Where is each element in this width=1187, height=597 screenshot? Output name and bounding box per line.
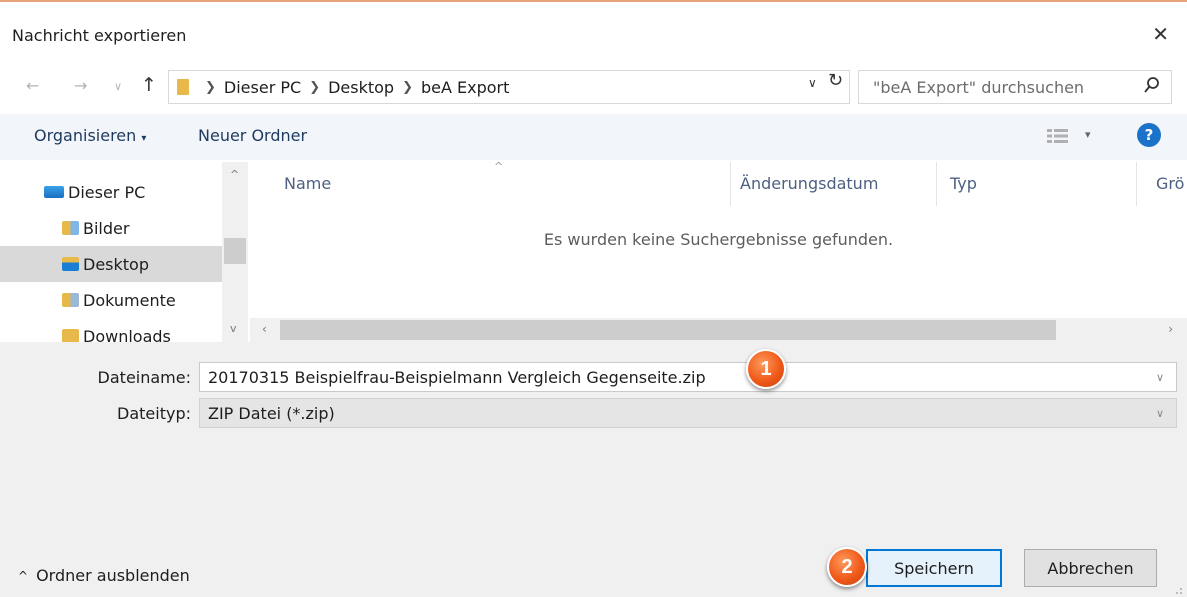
desktop-folder-icon	[62, 257, 79, 271]
breadcrumb-item[interactable]: beA Export	[421, 78, 509, 97]
annotation-badge-2: 2	[827, 547, 867, 587]
column-header-size[interactable]: Grö	[1156, 174, 1184, 193]
column-header-type[interactable]: Typ	[950, 174, 977, 193]
sidebar-item-bilder[interactable]: Bilder	[0, 210, 222, 246]
organize-label: Organisieren	[34, 126, 137, 145]
breadcrumb-separator-icon: ❯	[205, 80, 216, 95]
chevron-down-icon[interactable]: ∨	[1156, 371, 1164, 384]
sidebar-item-downloads[interactable]: Downloads	[0, 318, 222, 342]
back-arrow-icon[interactable]: ←	[26, 76, 39, 95]
up-arrow-icon[interactable]: ↑	[141, 74, 157, 96]
filename-label: Dateiname:	[97, 368, 191, 387]
save-form-area: Dateiname: 20170315 Beispielfrau-Beispie…	[0, 342, 1187, 597]
resize-grip-icon[interactable]	[1171, 583, 1183, 595]
pictures-folder-icon	[62, 221, 79, 235]
navigation-bar: ← → ∨ ↑ ❯ Dieser PC ❯ Desktop ❯ beA Expo…	[0, 66, 1187, 110]
breadcrumb-item[interactable]: Desktop	[328, 78, 394, 97]
scroll-down-icon[interactable]: v	[230, 322, 237, 335]
close-icon[interactable]: ✕	[1152, 22, 1169, 46]
filename-input[interactable]: 20170315 Beispielfrau-Beispielmann Vergl…	[199, 362, 1177, 392]
breadcrumb: ❯ Dieser PC ❯ Desktop ❯ beA Export	[205, 78, 509, 97]
sidebar-item-label: Dokumente	[83, 290, 176, 310]
column-divider[interactable]	[1136, 162, 1137, 206]
save-button[interactable]: Speichern	[866, 549, 1002, 587]
cancel-button[interactable]: Abbrechen	[1024, 549, 1157, 587]
recent-locations-chevron-icon[interactable]: ∨	[114, 80, 122, 93]
scroll-right-icon[interactable]: ›	[1168, 322, 1173, 336]
chevron-down-icon: ▾	[141, 133, 147, 144]
chevron-down-icon[interactable]: ∨	[1156, 407, 1164, 420]
title-bar: Nachricht exportieren ✕	[0, 2, 1187, 58]
organize-button[interactable]: Organisieren ▾	[34, 126, 146, 145]
column-header-name[interactable]: Name	[284, 174, 331, 193]
filetype-value: ZIP Datei (*.zip)	[208, 403, 335, 423]
hide-folders-toggle[interactable]: ^ Ordner ausblenden	[18, 566, 190, 585]
sidebar-item-dieser-pc[interactable]: Dieser PC	[0, 174, 222, 210]
hide-folders-label: Ordner ausblenden	[36, 566, 190, 585]
sidebar-item-label: Desktop	[83, 254, 149, 274]
navigation-pane: Dieser PC Bilder Desktop Dokumente Downl…	[0, 162, 248, 342]
address-dropdown-icon[interactable]: ∨	[808, 76, 817, 90]
export-dialog: Nachricht exportieren ✕ ← → ∨ ↑ ❯ Dieser…	[0, 0, 1187, 597]
folder-icon	[177, 79, 189, 95]
sidebar-item-desktop[interactable]: Desktop	[0, 246, 222, 282]
breadcrumb-separator-icon: ❯	[309, 80, 321, 95]
sidebar-item-label: Bilder	[83, 218, 130, 238]
filelist-horizontal-scrollbar[interactable]: ‹ ›	[250, 318, 1187, 342]
command-toolbar: Organisieren ▾ Neuer Ordner ▾ ?	[0, 114, 1187, 160]
file-list: ^ Name Änderungsdatum Typ Grö Es wurden …	[250, 162, 1187, 342]
scroll-thumb[interactable]	[280, 320, 1056, 340]
annotation-badge-1: 1	[746, 349, 786, 389]
navpane-scrollbar[interactable]: ^ v	[222, 162, 248, 342]
sidebar-item-label: Downloads	[83, 326, 171, 343]
computer-icon	[44, 186, 64, 198]
breadcrumb-separator-icon: ❯	[402, 80, 413, 95]
scroll-thumb[interactable]	[224, 238, 246, 264]
breadcrumb-item[interactable]: Dieser PC	[224, 78, 301, 97]
filetype-select[interactable]: ZIP Datei (*.zip) ∨	[199, 398, 1177, 428]
chevron-up-icon: ^	[18, 568, 29, 583]
filetype-label: Dateityp:	[117, 404, 191, 423]
view-options-icon[interactable]	[1046, 127, 1070, 145]
scroll-up-icon[interactable]: ^	[230, 168, 239, 181]
new-folder-button[interactable]: Neuer Ordner	[198, 126, 307, 145]
search-icon[interactable]	[1143, 76, 1161, 96]
filename-value: 20170315 Beispielfrau-Beispielmann Vergl…	[208, 367, 706, 387]
column-divider[interactable]	[730, 162, 731, 206]
column-divider[interactable]	[936, 162, 937, 206]
forward-arrow-icon[interactable]: →	[74, 76, 87, 95]
window-title: Nachricht exportieren	[12, 26, 187, 45]
address-bar[interactable]: ❯ Dieser PC ❯ Desktop ❯ beA Export	[168, 70, 850, 104]
documents-folder-icon	[62, 293, 79, 307]
help-icon[interactable]: ?	[1137, 123, 1161, 147]
empty-results-message: Es wurden keine Suchergebnisse gefunden.	[543, 230, 894, 249]
refresh-icon[interactable]: ↻	[828, 70, 843, 91]
search-placeholder: "beA Export" durchsuchen	[873, 78, 1085, 97]
search-box[interactable]: "beA Export" durchsuchen	[858, 70, 1172, 104]
scroll-left-icon[interactable]: ‹	[262, 322, 267, 336]
sidebar-item-dokumente[interactable]: Dokumente	[0, 282, 222, 318]
sort-ascending-icon: ^	[494, 162, 504, 173]
sidebar-item-label: Dieser PC	[68, 182, 146, 202]
view-dropdown-icon[interactable]: ▾	[1085, 128, 1091, 141]
column-header-date[interactable]: Änderungsdatum	[740, 174, 878, 193]
downloads-folder-icon	[62, 329, 79, 342]
